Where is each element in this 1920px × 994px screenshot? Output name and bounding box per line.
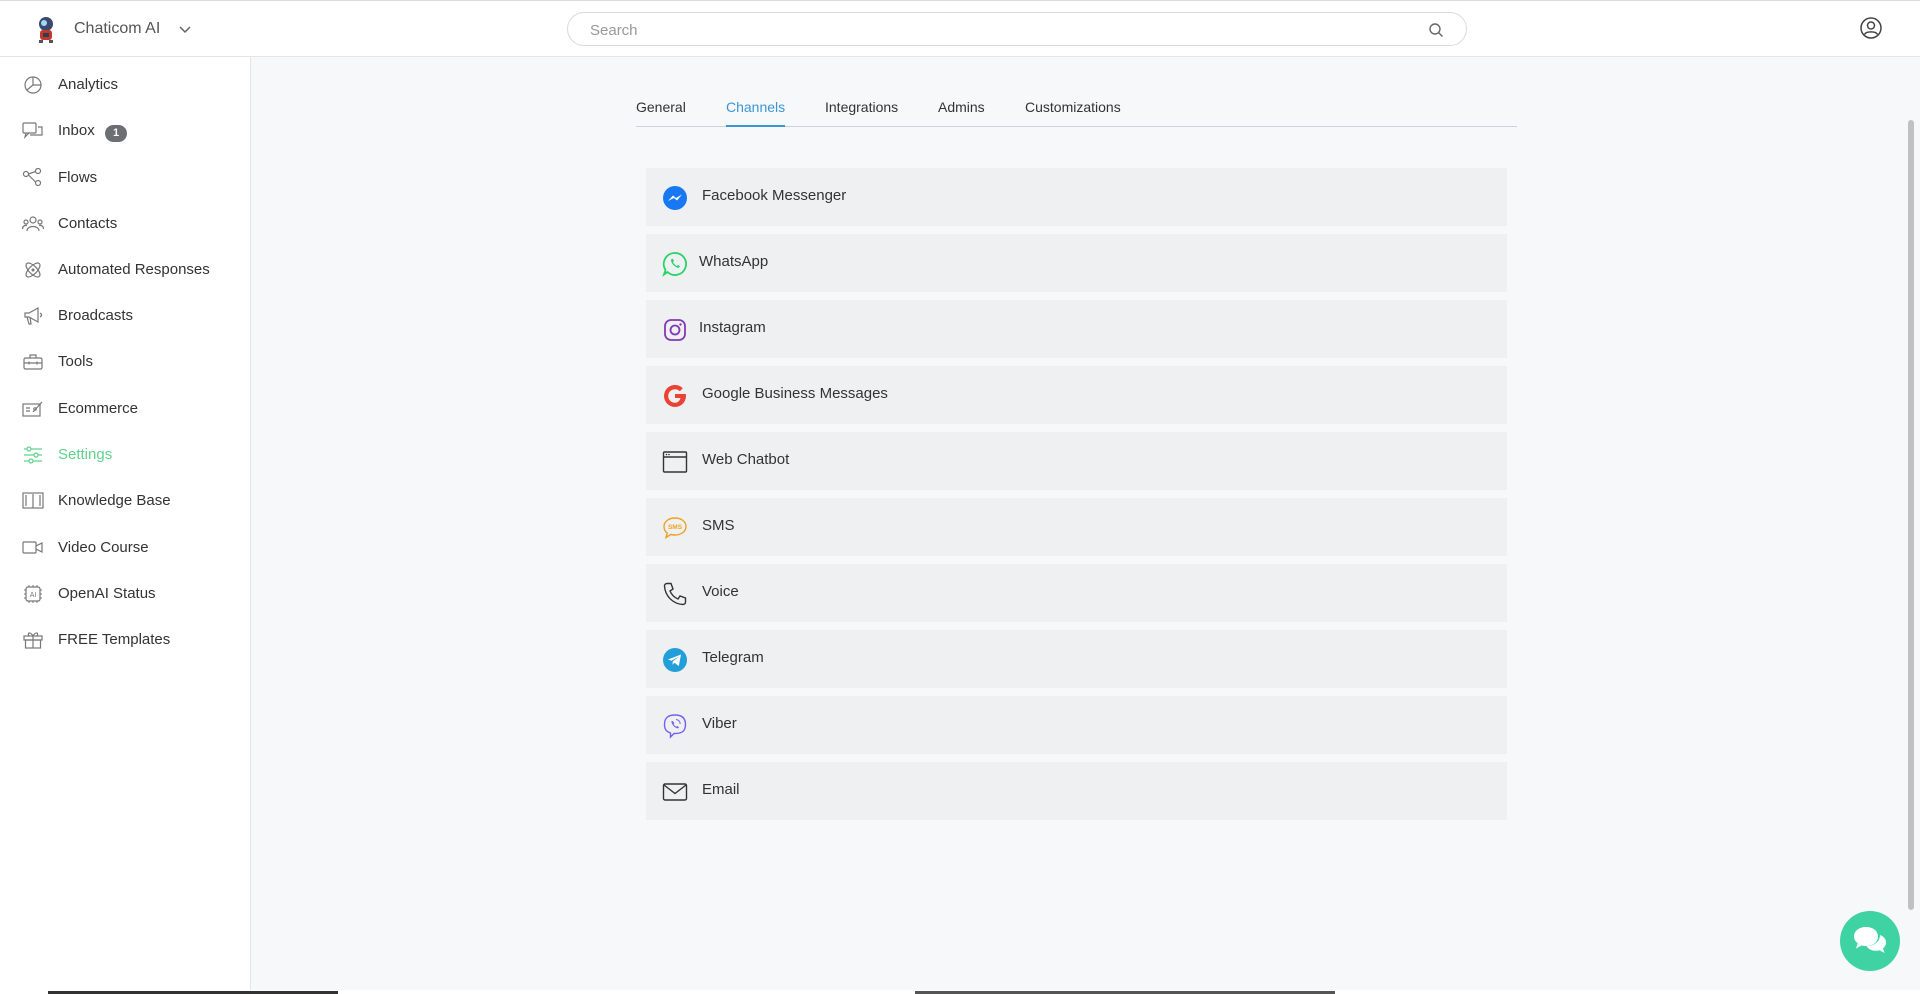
contacts-icon	[22, 216, 44, 232]
sidebar-item-label: Inbox	[58, 122, 95, 139]
channel-voice[interactable]: Voice	[646, 564, 1507, 622]
messenger-icon	[663, 186, 687, 210]
channel-whatsapp[interactable]: WhatsApp	[646, 234, 1507, 292]
sidebar-item-label: FREE Templates	[58, 631, 171, 648]
chat-widget-button[interactable]	[1840, 911, 1900, 971]
sidebar-item-inbox[interactable]: Inbox 1	[0, 111, 250, 151]
book-icon	[22, 492, 44, 509]
sidebar-item-knowledge-base[interactable]: Knowledge Base	[0, 481, 250, 521]
sidebar-item-label: Knowledge Base	[58, 492, 171, 509]
telegram-icon	[663, 648, 687, 672]
channel-label: Telegram	[702, 649, 764, 666]
inbox-unread-badge: 1	[105, 125, 127, 142]
chevron-down-icon	[179, 26, 191, 34]
ecommerce-icon	[22, 401, 43, 417]
channel-email[interactable]: Email	[646, 762, 1507, 820]
channel-label: Google Business Messages	[702, 385, 888, 402]
channel-label: SMS	[702, 517, 735, 534]
channel-facebook-messenger[interactable]: Facebook Messenger	[646, 168, 1507, 226]
sidebar-item-label: Video Course	[58, 539, 149, 556]
sidebar-item-label: Flows	[58, 169, 98, 186]
user-account-icon[interactable]	[1859, 16, 1883, 40]
channel-label: Email	[702, 781, 740, 798]
top-bar: Chaticom AI	[0, 0, 1920, 57]
workspace-name: Chaticom AI	[74, 20, 161, 37]
ai-chip-icon: AI	[24, 585, 42, 603]
instagram-icon	[664, 319, 686, 341]
tab-general[interactable]: General	[636, 99, 686, 127]
search-input[interactable]	[590, 21, 1390, 39]
sidebar-item-openai-status[interactable]: AI OpenAI Status	[0, 574, 250, 614]
tab-channels[interactable]: Channels	[726, 99, 786, 127]
sms-icon: SMS	[663, 517, 687, 540]
chat-bubbles-icon	[1854, 927, 1886, 953]
video-icon	[22, 541, 43, 554]
bottom-strip	[0, 990, 1920, 994]
sidebar-item-ecommerce[interactable]: Ecommerce	[0, 389, 250, 429]
channel-web-chatbot[interactable]: Web Chatbot	[646, 432, 1507, 490]
sidebar-item-flows[interactable]: Flows	[0, 158, 250, 198]
viber-icon	[663, 714, 687, 739]
channel-label: Instagram	[699, 319, 766, 336]
sidebar: Analytics Inbox 1 Flows Contacts Automat…	[0, 57, 251, 994]
flows-icon	[22, 168, 42, 187]
channel-viber[interactable]: Viber	[646, 696, 1507, 754]
sidebar-item-label: Broadcasts	[58, 307, 134, 324]
sidebar-item-label: Tools	[58, 353, 94, 370]
sidebar-item-analytics[interactable]: Analytics	[0, 65, 250, 105]
sidebar-item-label: Automated Responses	[58, 261, 210, 278]
toolbox-icon	[23, 354, 43, 370]
sidebar-item-video-course[interactable]: Video Course	[0, 528, 250, 568]
workspace-switcher[interactable]: Chaticom AI	[30, 13, 192, 45]
channel-label: Voice	[702, 583, 739, 600]
brand-logo-icon	[39, 17, 53, 43]
sidebar-item-automated-responses[interactable]: Automated Responses	[0, 250, 250, 290]
gift-icon	[23, 632, 43, 649]
channel-google-business-messages[interactable]: Google Business Messages	[646, 366, 1507, 424]
channel-label: Viber	[702, 715, 737, 732]
channel-label: Facebook Messenger	[702, 187, 847, 204]
sidebar-item-label: OpenAI Status	[58, 585, 156, 602]
sidebar-item-broadcasts[interactable]: Broadcasts	[0, 296, 250, 336]
browser-window-icon	[662, 451, 688, 473]
channel-telegram[interactable]: Telegram	[646, 630, 1507, 688]
whatsapp-icon	[662, 252, 687, 277]
sidebar-item-tools[interactable]: Tools	[0, 342, 250, 382]
analytics-icon	[24, 76, 42, 94]
sidebar-item-label: Settings	[58, 446, 113, 463]
google-icon	[664, 384, 686, 407]
phone-icon	[663, 582, 687, 606]
tab-integrations[interactable]: Integrations	[825, 99, 898, 127]
settings-tabs: General Channels Integrations Admins Cus…	[636, 94, 1517, 127]
sidebar-item-label: Ecommerce	[58, 400, 139, 417]
sms-icon-text: SMS	[668, 524, 683, 531]
envelope-icon	[662, 783, 688, 801]
automated-responses-icon	[25, 262, 41, 278]
settings-sliders-icon	[24, 446, 42, 464]
sidebar-item-label: Contacts	[58, 215, 118, 232]
search-bar	[567, 12, 1467, 46]
channel-label: Web Chatbot	[702, 451, 790, 468]
svg-text:AI: AI	[30, 592, 37, 599]
scrollbar-thumb[interactable]	[1908, 120, 1914, 910]
megaphone-icon	[24, 306, 43, 325]
sidebar-item-settings[interactable]: Settings	[0, 435, 250, 475]
channel-instagram[interactable]: Instagram	[646, 300, 1507, 358]
channel-sms[interactable]: SMS SMS	[646, 498, 1507, 556]
search-icon[interactable]	[1428, 22, 1444, 38]
tab-customizations[interactable]: Customizations	[1025, 99, 1121, 127]
tab-admins[interactable]: Admins	[938, 99, 985, 127]
inbox-icon	[22, 122, 43, 139]
sidebar-item-free-templates[interactable]: FREE Templates	[0, 620, 250, 660]
sidebar-item-contacts[interactable]: Contacts	[0, 204, 250, 244]
sidebar-item-label: Analytics	[58, 76, 119, 93]
channel-label: WhatsApp	[699, 253, 769, 270]
